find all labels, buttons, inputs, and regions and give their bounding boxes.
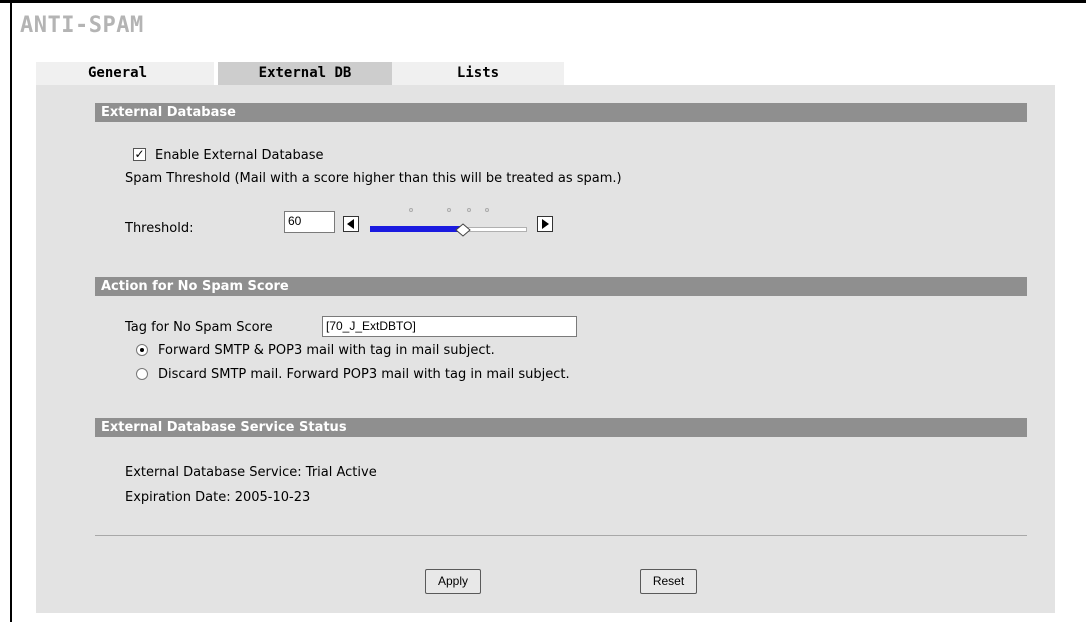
reset-button[interactable]: Reset bbox=[640, 569, 697, 594]
tab-lists[interactable]: Lists bbox=[392, 62, 564, 85]
arrow-right-icon bbox=[542, 219, 549, 229]
slider-right-arrow-button[interactable] bbox=[537, 216, 553, 232]
enable-external-database-label: Enable External Database bbox=[155, 148, 324, 163]
section-header-action-no-spam-score: Action for No Spam Score bbox=[95, 277, 1027, 296]
window-left-border bbox=[10, 0, 12, 622]
slider-tick-mark bbox=[447, 208, 451, 212]
spam-threshold-description: Spam Threshold (Mail with a score higher… bbox=[125, 171, 622, 186]
tab-general[interactable]: General bbox=[36, 62, 214, 85]
enable-external-database-checkbox[interactable]: ✓ bbox=[133, 148, 146, 161]
checkmark-icon: ✓ bbox=[134, 147, 145, 161]
slider-tick-mark bbox=[409, 208, 413, 212]
diamond-thumb-icon bbox=[455, 223, 471, 237]
page-title: ANTI-SPAM bbox=[20, 13, 144, 38]
divider bbox=[95, 535, 1027, 536]
section-header-external-database: External Database bbox=[95, 103, 1027, 122]
arrow-left-icon bbox=[347, 219, 354, 229]
apply-button[interactable]: Apply bbox=[425, 569, 481, 594]
tag-no-spam-score-label: Tag for No Spam Score bbox=[125, 320, 273, 335]
threshold-input[interactable]: 60 bbox=[284, 211, 335, 233]
tag-no-spam-score-input[interactable]: [70_J_ExtDBTO] bbox=[322, 316, 577, 337]
slider-tick-mark bbox=[467, 208, 471, 212]
tab-external-db[interactable]: External DB bbox=[218, 62, 392, 85]
forward-smtp-pop3-radio[interactable] bbox=[136, 344, 148, 356]
window-top-border bbox=[0, 0, 1086, 3]
external-database-service-status: External Database Service: Trial Active bbox=[125, 465, 377, 480]
section-header-service-status: External Database Service Status bbox=[95, 418, 1027, 437]
discard-smtp-radio[interactable] bbox=[136, 368, 148, 380]
slider-tick-mark bbox=[485, 208, 489, 212]
radio-selected-dot bbox=[140, 348, 144, 352]
threshold-label: Threshold: bbox=[125, 221, 194, 236]
slider-left-arrow-button[interactable] bbox=[343, 216, 359, 232]
forward-smtp-pop3-label: Forward SMTP & POP3 mail with tag in mai… bbox=[158, 343, 495, 358]
discard-smtp-label: Discard SMTP mail. Forward POP3 mail wit… bbox=[158, 367, 570, 382]
expiration-date: Expiration Date: 2005-10-23 bbox=[125, 490, 311, 505]
threshold-slider-fill bbox=[370, 226, 462, 232]
threshold-slider-thumb[interactable] bbox=[455, 222, 471, 241]
tab-general-label: General bbox=[88, 65, 148, 81]
